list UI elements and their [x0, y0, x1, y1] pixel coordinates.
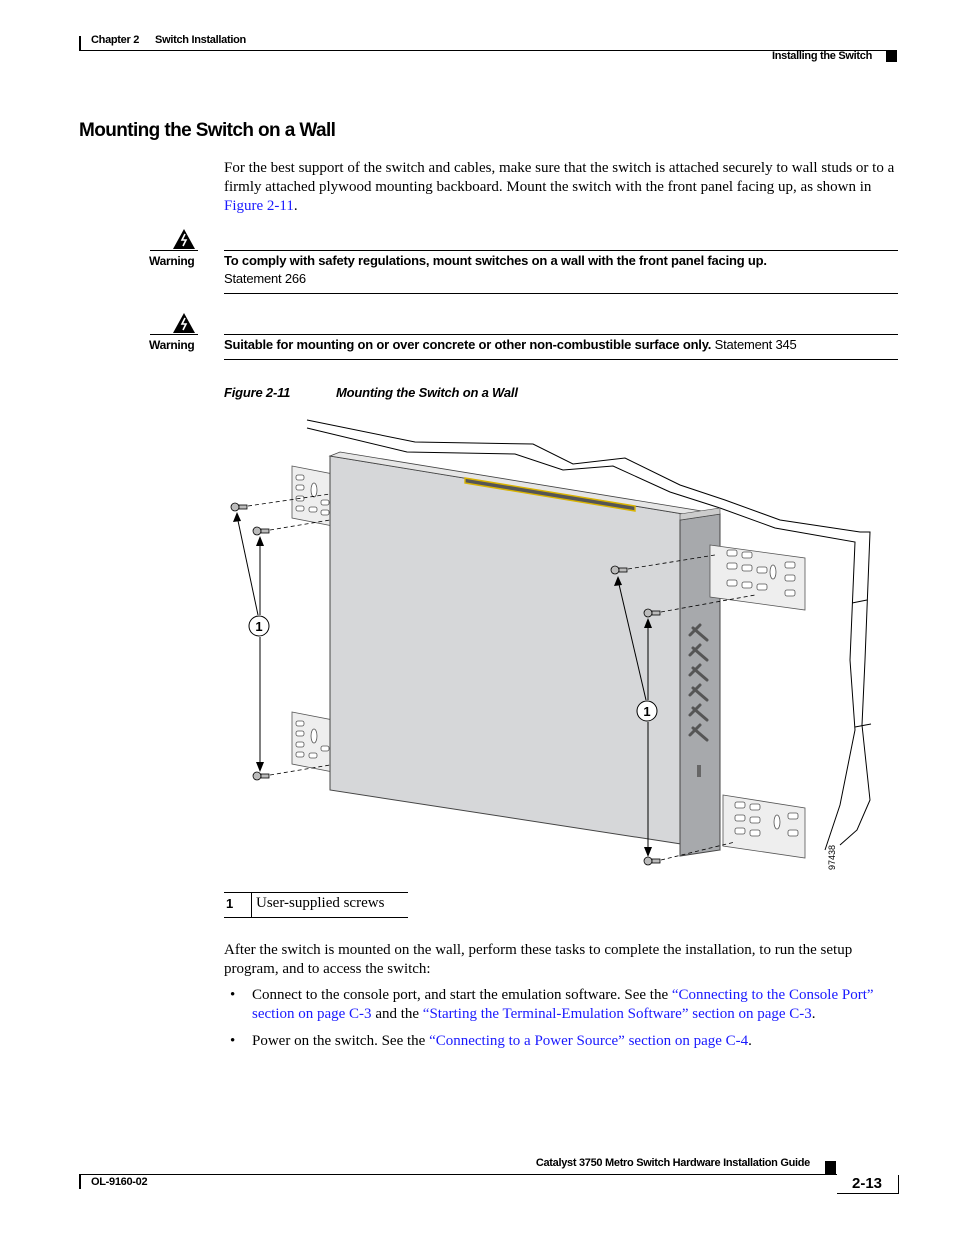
task-list: • Connect to the console port, and start… — [224, 986, 900, 1059]
bullet-text: . — [811, 1006, 816, 1022]
power-source-link[interactable]: “Connecting to a Power Source” section o… — [429, 1033, 748, 1049]
bullet-icon: • — [230, 1033, 236, 1049]
footer-guide-title: Catalyst 3750 Metro Switch Hardware Inst… — [535, 1157, 810, 1169]
screw — [643, 856, 661, 866]
screw — [252, 771, 270, 781]
header-chapter: Chapter 2 Switch Installation — [91, 34, 262, 46]
wall-mount-diagram: 1 1 97438 — [230, 419, 872, 870]
figure-link[interactable]: Figure 2-11 — [224, 198, 294, 214]
warning-bold-text: Suitable for mounting on or over concret… — [224, 337, 712, 352]
bullet-text: . — [748, 1033, 752, 1049]
warning-rule-top — [224, 334, 898, 335]
bracket-left-top — [291, 465, 334, 527]
screw — [252, 526, 270, 536]
warning-label: Warning — [149, 254, 195, 268]
legend-number: 1 — [226, 896, 234, 911]
warning-rule-bottom — [224, 359, 898, 360]
warning-rule-bottom — [224, 293, 898, 294]
callout-number: 1 — [643, 704, 650, 719]
warning-text: Suitable for mounting on or over concret… — [224, 336, 898, 354]
figure-caption: Figure 2-11 Mounting the Switch on a Wall — [224, 385, 518, 400]
figure-title: Mounting the Switch on a Wall — [336, 385, 518, 400]
chapter-title: Switch Installation — [155, 34, 246, 46]
header-rule-left — [79, 36, 81, 51]
figure-number: Figure 2-11 — [224, 385, 291, 400]
footer-marker-block — [825, 1161, 836, 1174]
header-section-title: Installing the Switch — [771, 50, 872, 62]
legend-text: User-supplied screws — [256, 895, 385, 911]
warning-statement: Statement 266 — [224, 271, 306, 286]
warning-lightning-triangle-icon — [173, 313, 195, 333]
warning-statement: Statement 345 — [714, 337, 797, 352]
warning-icon-rule — [150, 334, 198, 335]
callout-number: 1 — [255, 619, 262, 634]
screw — [230, 502, 248, 512]
footer-page-number: 2-13 — [837, 1174, 897, 1193]
bullet-icon: • — [230, 987, 236, 1003]
warning-text: To comply with safety regulations, mount… — [224, 252, 898, 288]
list-item: • Connect to the console port, and start… — [224, 986, 900, 1024]
list-item: • Power on the switch. See the “Connecti… — [224, 1032, 900, 1051]
bracket-right-bottom — [722, 794, 806, 859]
warning-label: Warning — [149, 338, 195, 352]
intro-text-end: . — [293, 198, 298, 214]
footer-rule — [79, 1174, 897, 1175]
switch-body — [328, 451, 721, 857]
warning-lightning-triangle-icon — [173, 229, 195, 249]
chapter-label: Chapter 2 — [91, 34, 140, 46]
intro-text: For the best support of the switch and c… — [224, 160, 895, 195]
legend-column-separator — [251, 892, 252, 918]
bullet-text: Power on the switch. See the — [252, 1033, 430, 1049]
warning-icon-rule — [150, 250, 198, 251]
header-marker-block — [886, 51, 897, 62]
footer-doc-number: OL-9160-02 — [91, 1176, 148, 1188]
terminal-emulation-link[interactable]: “Starting the Terminal-Emulation Softwar… — [423, 1006, 812, 1022]
art-id: 97438 — [827, 845, 837, 870]
warning-rule-top — [224, 250, 898, 251]
footer-rule-left — [79, 1175, 81, 1189]
legend-rule-bottom — [224, 917, 408, 918]
after-paragraph: After the switch is mounted on the wall,… — [224, 942, 853, 977]
bullet-text: and the — [371, 1006, 423, 1022]
bullet-text: Connect to the console port, and start t… — [252, 987, 672, 1003]
page-heading: Mounting the Switch on a Wall — [79, 120, 336, 141]
warning-bold-text: To comply with safety regulations, mount… — [224, 253, 767, 268]
bracket-left-bottom — [291, 711, 334, 773]
figure-illustration: 1 1 97438 — [215, 410, 905, 880]
intro-paragraph: For the best support of the switch and c… — [224, 159, 900, 216]
